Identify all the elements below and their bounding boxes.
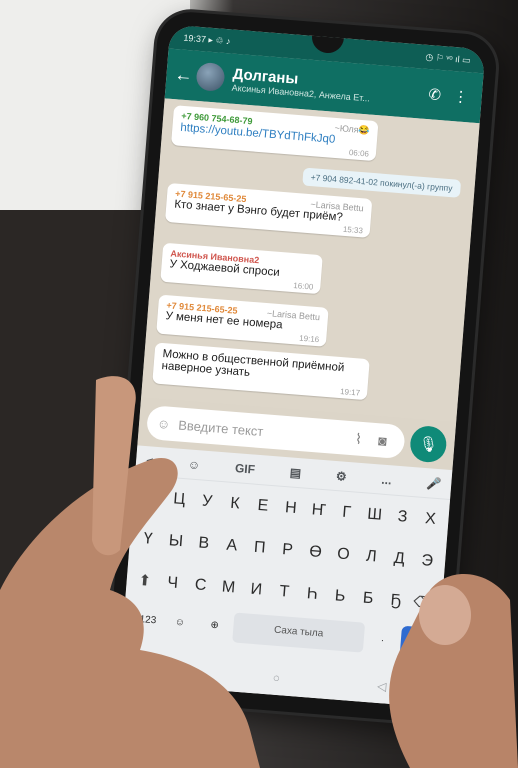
key[interactable]: З [388,498,417,536]
message-time: 19:17 [339,387,361,398]
key[interactable]: Н [276,490,305,528]
right-hand [389,573,518,768]
left-hand [0,376,260,768]
key[interactable]: Х [416,501,445,539]
paperclip-icon[interactable]: ⌇ [346,429,371,448]
voice-input-icon[interactable]: 🎤 [426,476,442,491]
status-right-icons: ◷ ⚐ ᵛᵒ ıl ▭ [425,51,472,65]
key[interactable]: Ө [301,534,330,572]
more-vertical-icon[interactable]: ⋮ [447,87,474,107]
key[interactable]: Ҥ [304,492,333,530]
key[interactable]: Р [273,531,302,569]
clipboard-icon[interactable]: ▤ [289,465,301,480]
message-time: 15:33 [342,224,364,236]
key[interactable]: Ь [326,578,355,616]
message-bubble[interactable]: +7 960 754-68-79 ~Юля😂 https://youtu.be/… [171,105,379,162]
key[interactable]: Т [270,573,299,611]
key[interactable]: Г [332,494,361,532]
camera-icon[interactable]: ◙ [370,432,395,450]
message-time: 06:06 [348,148,370,159]
message-bubble[interactable]: +7 915 215-65-25 ~Larisa Bettu У меня не… [156,294,329,347]
message-time: 16:00 [292,281,314,292]
status-left-icons: ▸ ♲ ♪ [208,34,231,46]
arrow-left-icon[interactable]: ← [174,64,194,86]
chat-title-block[interactable]: Долганы Аксинья Ивановна2, Анжела Ет... [231,65,423,107]
home-nav-icon[interactable]: ○ [272,671,280,686]
microphone-icon[interactable]: 🎙 [408,424,448,464]
add-call-icon[interactable]: ✆ [421,85,448,105]
key[interactable]: Һ [298,576,327,614]
key[interactable]: О [329,536,358,574]
system-notice: +7 904 892-41-02 покинул(-а) группу [301,167,462,198]
status-time: 19:37 [183,32,207,44]
group-avatar[interactable] [195,61,226,92]
message-bubble[interactable]: Аксинья Ивановна2 У Ходжаевой спроси 16:… [160,242,323,295]
message-bubble[interactable]: +7 915 215-65-25 ~Larisa Bettu Кто знает… [164,182,373,238]
more-icon[interactable]: ... [381,472,392,487]
message-time: 19:16 [298,333,320,345]
settings-icon[interactable]: ⚙ [335,469,347,484]
key[interactable]: Ш [360,496,389,534]
